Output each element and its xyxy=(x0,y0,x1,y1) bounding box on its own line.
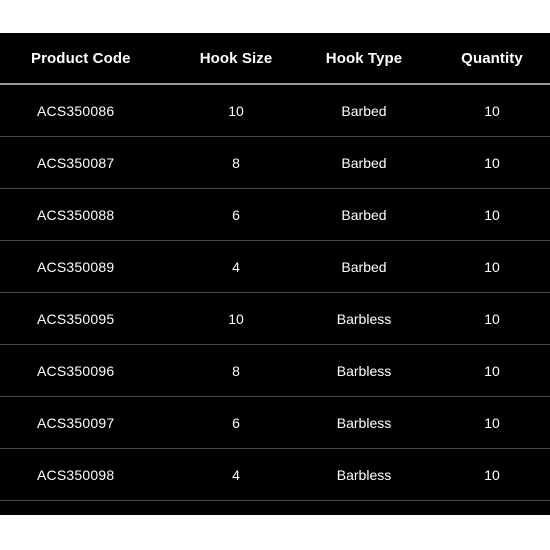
cell-product-code: ACS350087 xyxy=(0,136,178,189)
cell-hook-type: Barbless xyxy=(294,396,434,449)
cell-hook-size: 6 xyxy=(178,188,294,241)
cell-hook-type: Barbless xyxy=(294,292,434,345)
table-bottom-strip xyxy=(0,501,550,515)
cell-quantity: 10 xyxy=(434,448,550,501)
cell-quantity: 10 xyxy=(434,292,550,345)
cell-hook-type: Barbless xyxy=(294,448,434,501)
cell-quantity: 10 xyxy=(434,136,550,189)
product-table: Product Code Hook Size Hook Type Quantit… xyxy=(0,33,550,501)
table-body: ACS350086 10 Barbed 10 ACS350087 8 Barbe… xyxy=(0,84,550,501)
cell-hook-type: Barbless xyxy=(294,344,434,397)
cell-hook-type: Barbed xyxy=(294,136,434,189)
table-header: Product Code Hook Size Hook Type Quantit… xyxy=(0,33,550,85)
table-header-row: Product Code Hook Size Hook Type Quantit… xyxy=(0,33,550,85)
cell-hook-size: 8 xyxy=(178,136,294,189)
table-row: ACS350095 10 Barbless 10 xyxy=(0,292,550,345)
cell-quantity: 10 xyxy=(434,396,550,449)
cell-product-code: ACS350086 xyxy=(0,84,178,137)
cell-hook-type: Barbed xyxy=(294,188,434,241)
cell-quantity: 10 xyxy=(434,344,550,397)
column-header-product-code: Product Code xyxy=(0,33,178,85)
table-row: ACS350096 8 Barbless 10 xyxy=(0,344,550,397)
cell-hook-size: 4 xyxy=(178,448,294,501)
table-row: ACS350089 4 Barbed 10 xyxy=(0,240,550,293)
cell-product-code: ACS350096 xyxy=(0,344,178,397)
cell-product-code: ACS350089 xyxy=(0,240,178,293)
table-row: ACS350088 6 Barbed 10 xyxy=(0,188,550,241)
cell-hook-size: 10 xyxy=(178,84,294,137)
table-row: ACS350097 6 Barbless 10 xyxy=(0,396,550,449)
page-root: Product Code Hook Size Hook Type Quantit… xyxy=(0,0,550,550)
cell-hook-size: 4 xyxy=(178,240,294,293)
cell-hook-size: 8 xyxy=(178,344,294,397)
column-header-hook-size: Hook Size xyxy=(178,33,294,85)
table-row: ACS350086 10 Barbed 10 xyxy=(0,84,550,137)
cell-hook-size: 10 xyxy=(178,292,294,345)
cell-hook-type: Barbed xyxy=(294,84,434,137)
cell-quantity: 10 xyxy=(434,84,550,137)
table-row: ACS350087 8 Barbed 10 xyxy=(0,136,550,189)
cell-product-code: ACS350088 xyxy=(0,188,178,241)
column-header-hook-type: Hook Type xyxy=(294,33,434,85)
cell-hook-size: 6 xyxy=(178,396,294,449)
column-header-quantity: Quantity xyxy=(434,33,550,85)
cell-product-code: ACS350095 xyxy=(0,292,178,345)
cell-quantity: 10 xyxy=(434,240,550,293)
cell-hook-type: Barbed xyxy=(294,240,434,293)
cell-quantity: 10 xyxy=(434,188,550,241)
hook-specification-table: Product Code Hook Size Hook Type Quantit… xyxy=(0,33,550,515)
cell-product-code: ACS350097 xyxy=(0,396,178,449)
cell-product-code: ACS350098 xyxy=(0,448,178,501)
table-row: ACS350098 4 Barbless 10 xyxy=(0,448,550,501)
